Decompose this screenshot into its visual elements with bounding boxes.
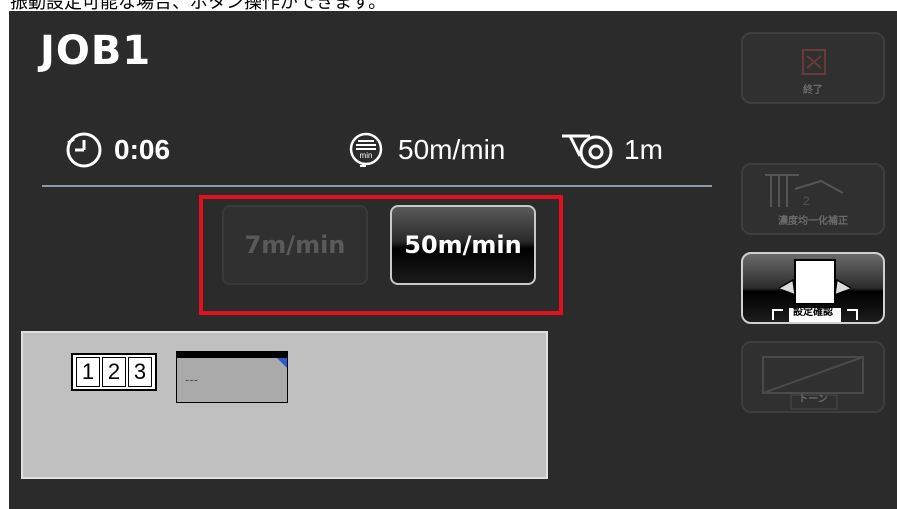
speed-option-50[interactable]: 50m/min [390,205,536,285]
job-thumbnail[interactable]: --- [176,351,288,403]
density-correction-button[interactable]: 2 濃度均一化補正 [741,163,885,235]
media-length-value: 1m [624,134,663,165]
tone-button[interactable]: トーン [741,341,885,413]
job-title: JOB1 [40,28,152,74]
divider [42,185,712,187]
speed-icon: min [349,132,383,167]
copy-counter-icon: 1 2 3 [71,353,157,391]
settings-confirm-button[interactable]: 設定確認 [741,252,885,324]
density-correction-label: 濃度均一化補正 [778,216,848,227]
print-speed-value: 50m/min [398,134,506,165]
counter-digit: 3 [128,357,152,387]
thumbnail-placeholder: --- [185,372,198,387]
counter-digit: 1 [76,357,100,387]
job-detail-area: 1 2 3 --- [21,331,548,479]
media-length: 1m [560,128,663,172]
end-button[interactable]: 終了 [741,32,885,104]
speed-option-7[interactable]: 7m/min [222,205,368,285]
top-strip-text: 振動設定可能な場合、ボタン操作ができます。 [10,0,387,10]
clock-icon [66,132,102,168]
thumbnail-top-bar [177,352,287,358]
tone-label: トーン [798,394,828,405]
settings-confirm-label: 設定確認 [793,307,833,318]
end-button-label: 終了 [803,85,823,96]
media-roll-icon [562,134,613,169]
print-speed: min 50m/min [346,128,505,172]
elapsed-time-value: 0:06 [114,134,171,165]
counter-digit: 2 [102,357,126,387]
elapsed-time: 0:06 [64,128,170,172]
svg-text:min: min [360,151,373,160]
top-strip: 振動設定可能な場合、ボタン操作ができます。 [0,0,897,10]
svg-text:2: 2 [803,194,810,208]
thumbnail-corner-marker [277,358,287,368]
